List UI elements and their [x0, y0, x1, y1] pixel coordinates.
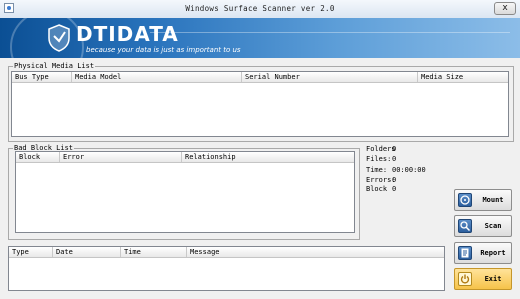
- column-header[interactable]: Media Model: [72, 72, 242, 82]
- shield-logo-icon: [48, 24, 70, 52]
- log-table[interactable]: Type Date Time Message: [8, 246, 445, 291]
- bad-block-header: Block Error Relationship: [16, 152, 354, 163]
- scan-label: Scan: [484, 222, 502, 230]
- log-header: Type Date Time Message: [9, 247, 444, 258]
- column-header[interactable]: Serial Number: [242, 72, 418, 82]
- brand-tagline: because your data is just as important t…: [86, 46, 241, 54]
- column-header[interactable]: Media Size: [418, 72, 508, 82]
- block-label: Block: [366, 185, 388, 193]
- time-value: 00:00:00: [392, 166, 426, 174]
- column-header[interactable]: Time: [121, 247, 187, 257]
- physical-media-legend: Physical Media List: [14, 62, 95, 70]
- column-header[interactable]: Error: [60, 152, 182, 162]
- block-stat: Block 0: [366, 185, 396, 193]
- block-value: 0: [392, 185, 397, 193]
- exit-label: Exit: [484, 275, 502, 283]
- files-label: Files:: [366, 155, 392, 163]
- errors-stat: Errors: 0: [366, 176, 396, 184]
- scan-icon: [458, 219, 472, 233]
- title-bar: Windows Surface Scanner ver 2.0 x: [0, 0, 520, 19]
- bad-block-table[interactable]: Block Error Relationship: [15, 151, 355, 233]
- mount-label: Mount: [482, 196, 504, 204]
- physical-media-table[interactable]: Bus Type Media Model Serial Number Media…: [11, 71, 509, 137]
- column-header[interactable]: Message: [187, 247, 444, 257]
- header-banner: DTIDATA because your data is just as imp…: [0, 18, 520, 58]
- column-header[interactable]: Block: [16, 152, 60, 162]
- close-button[interactable]: x: [494, 2, 516, 15]
- physical-media-header: Bus Type Media Model Serial Number Media…: [12, 72, 508, 83]
- column-header[interactable]: Date: [53, 247, 121, 257]
- time-stat: Time: 00:00:00: [366, 166, 426, 174]
- column-header[interactable]: Relationship: [182, 152, 354, 162]
- folders-value: 0: [392, 145, 397, 153]
- folders-stat: Folders 0: [366, 145, 396, 153]
- files-value: 0: [392, 155, 397, 163]
- mount-icon: [458, 193, 472, 207]
- mount-button[interactable]: Mount: [454, 189, 512, 211]
- brand-logo: DTIDATA: [76, 22, 179, 46]
- report-icon: [458, 246, 472, 260]
- errors-value: 0: [392, 176, 397, 184]
- report-label: Report: [480, 249, 506, 257]
- files-stat: Files: 0: [366, 155, 396, 163]
- column-header[interactable]: Type: [9, 247, 53, 257]
- report-button[interactable]: Report: [454, 242, 512, 264]
- exit-button[interactable]: Exit: [454, 268, 512, 290]
- time-label: Time:: [366, 166, 388, 174]
- column-header[interactable]: Bus Type: [12, 72, 72, 82]
- window-title: Windows Surface Scanner ver 2.0: [185, 4, 335, 13]
- scan-button[interactable]: Scan: [454, 215, 512, 237]
- exit-icon: [458, 272, 472, 286]
